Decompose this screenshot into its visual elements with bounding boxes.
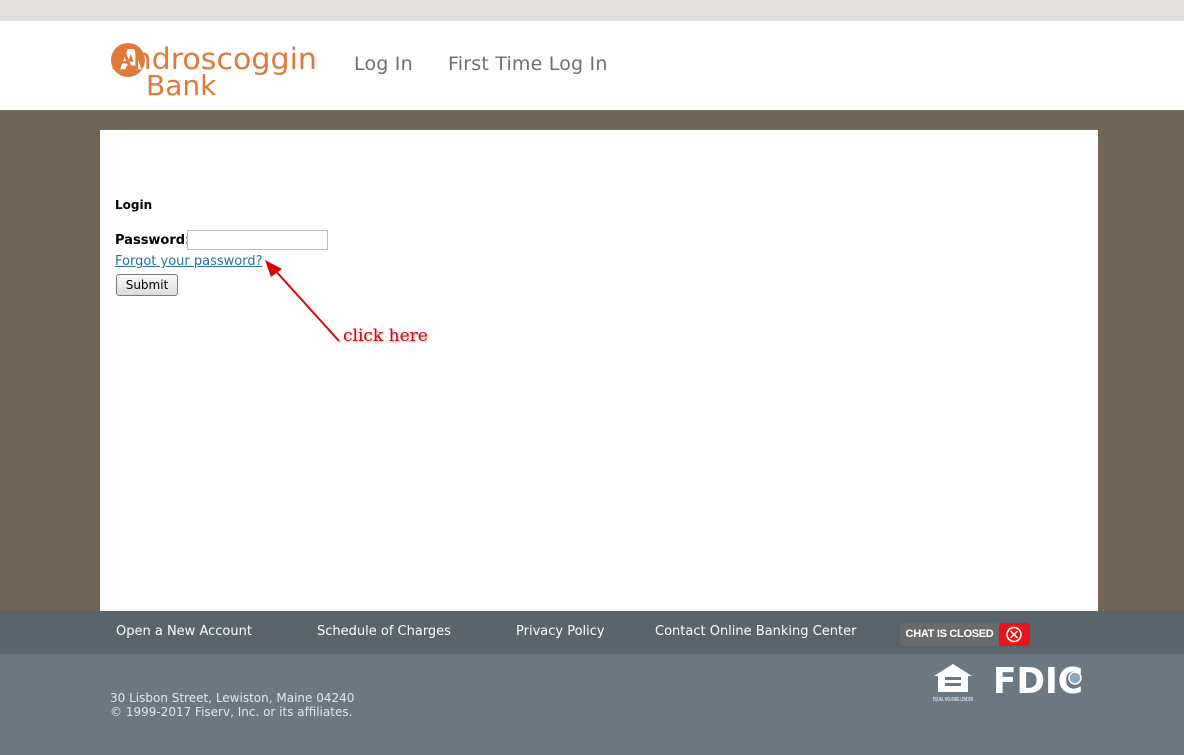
ehl-label: EQUAL HOUSING LENDER — [933, 697, 973, 703]
footer-link-schedule-of-charges[interactable]: Schedule of Charges — [317, 624, 451, 639]
password-input[interactable] — [187, 230, 328, 250]
bank-logo[interactable]: A Androscoggin Bank — [110, 38, 320, 98]
footer-bottom: 30 Lisbon Street, Lewiston, Maine 04240 … — [0, 654, 1184, 755]
chat-status-button[interactable]: CHAT IS CLOSED — [900, 623, 1030, 646]
chat-status-label: CHAT IS CLOSED — [900, 623, 999, 646]
fdic-logo: FDIC — [993, 661, 1083, 696]
main-content: Login Password: Forgot your password? Su… — [100, 130, 1098, 611]
footer-link-contact-center[interactable]: Contact Online Banking Center — [655, 624, 856, 639]
close-icon — [999, 623, 1030, 646]
nav-log-in[interactable]: Log In — [354, 53, 413, 75]
footer-address: 30 Lisbon Street, Lewiston, Maine 04240 — [110, 691, 355, 705]
login-title: Login — [115, 198, 153, 212]
click-here-annotation: click here — [343, 326, 428, 346]
forgot-password-link[interactable]: Forgot your password? — [115, 254, 263, 269]
footer-nav: Open a New Account Schedule of Charges P… — [0, 611, 1184, 654]
footer-link-open-account[interactable]: Open a New Account — [116, 624, 252, 639]
site-header: A Androscoggin Bank Log In First Time Lo… — [0, 21, 1184, 110]
footer-link-privacy-policy[interactable]: Privacy Policy — [516, 624, 605, 639]
equal-housing-lender-icon: EQUAL HOUSING LENDER — [933, 664, 973, 703]
password-label: Password: — [115, 233, 191, 248]
top-strip — [0, 0, 1184, 21]
nav-first-time-log-in[interactable]: First Time Log In — [448, 53, 608, 75]
footer-address-block: 30 Lisbon Street, Lewiston, Maine 04240 … — [110, 691, 354, 719]
submit-button[interactable]: Submit — [116, 274, 178, 296]
footer-copyright: © 1999-2017 Fiserv, Inc. or its affiliat… — [110, 705, 353, 719]
brand-line2: Bank — [146, 69, 217, 98]
